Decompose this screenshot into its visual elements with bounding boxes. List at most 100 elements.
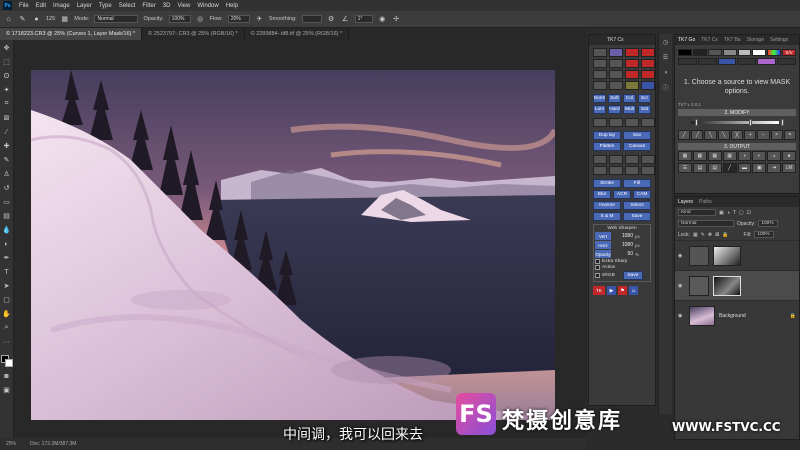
eraser-tool-icon[interactable]: ▭ [2,197,12,207]
tk-grid-icon[interactable] [593,48,607,57]
layer-row-background[interactable]: ◉ Background 🔒 [675,300,799,330]
smoothing-gear-icon[interactable]: ⚙ [327,15,336,24]
modify-slider-thumb-left[interactable] [695,119,698,126]
tk-grid-icon[interactable] [593,59,607,68]
doc-tab-3[interactable]: © 2289884-.tif8.tif @ 25% (RGB/16) * [245,28,350,40]
tk-tool-icon[interactable] [641,118,655,127]
opacity-field[interactable]: 100% [168,15,191,23]
layer-row-selected[interactable]: ◉ [675,270,799,300]
swatch-2[interactable] [692,49,707,56]
output-brush-icon[interactable]: ╱ [722,163,737,173]
refine-icon[interactable]: ╳ [730,130,744,140]
history-brush-icon[interactable]: ↺ [2,183,12,193]
quick-mask-icon[interactable]: ◙ [2,371,12,381]
tk-grid-icon[interactable] [609,70,623,79]
modify-slider-thumb-right[interactable] [781,119,784,126]
mode-select[interactable]: Normal [94,15,139,23]
tk-tool-icon[interactable] [641,166,655,175]
cam-button[interactable]: CAM [633,190,651,199]
tk-tool-icon[interactable] [625,155,639,164]
blend-norm-button[interactable]: Norm [593,94,606,103]
document-canvas[interactable] [14,40,586,438]
tk-tool-icon[interactable] [625,166,639,175]
blend-mode-select[interactable]: Normal [678,220,734,227]
tk-tool-icon[interactable] [609,166,623,175]
type-tool-icon[interactable]: T [2,267,12,277]
adjustment-thumbnail[interactable] [689,275,709,296]
gradient-tool-icon[interactable]: ▤ [2,211,12,221]
home-icon[interactable]: ⌂ [4,15,13,24]
layer-opacity-field[interactable]: 100% [758,220,779,227]
menu-filter[interactable]: Filter [142,3,155,9]
brush-medium-icon[interactable]: ╲ [704,130,717,140]
pen-tool-icon[interactable]: ✒ [2,253,12,263]
lock-paint-icon[interactable]: ✎ [701,232,705,238]
filter-shape-icon[interactable]: ▢ [739,210,744,216]
smoothing-field[interactable] [301,15,322,23]
path-select-tool-icon[interactable]: ➤ [2,281,12,291]
adjustment-thumbnail[interactable] [689,245,709,266]
tk-tool-icon[interactable] [609,118,623,127]
fill-button[interactable]: Fill [623,179,651,188]
brush-tool-icon[interactable]: ✎ [18,15,27,24]
stroke-button[interactable]: Stroke [593,179,621,188]
output-icon[interactable]: ▤ [692,163,707,173]
output-header[interactable]: 3. OUTPUT [678,143,796,150]
menu-type[interactable]: Type [99,3,112,9]
tk-tool-icon[interactable] [593,118,607,127]
filter-smart-icon[interactable]: ⊡ [747,210,751,216]
blend-hard-button[interactable]: Hard [608,105,621,114]
landscape-photo[interactable] [31,70,555,420]
background-color[interactable] [4,359,13,367]
eyedropper-tool-icon[interactable]: ⁄ [2,127,12,137]
output-icon[interactable]: ▤ [707,163,722,173]
plus-icon[interactable]: + [744,130,757,140]
swatch-8[interactable] [678,58,697,65]
equals-icon[interactable]: = [783,130,796,140]
output-icon[interactable]: ▦ [678,151,692,161]
tab-settings[interactable]: Settings [770,37,788,43]
flatten-button[interactable]: Flatten [593,142,621,151]
swatch-12[interactable] [757,58,777,65]
doc-tab-2[interactable]: © 2523797-.CR3 @ 25% (RGB/16) * [142,28,245,40]
crop-tool-icon[interactable]: ⌗ [2,99,12,109]
blur-tool-icon[interactable]: 💧 [2,225,12,235]
brush-icon[interactable]: ╱ [678,130,691,140]
image-icon[interactable]: ▣ [752,163,767,173]
tk-tool-icon[interactable] [593,155,607,164]
more-tools-icon[interactable]: ··· [2,337,12,347]
vert-button[interactable]: Vert [595,232,611,240]
tk-tool-icon[interactable] [625,118,639,127]
multiply-icon[interactable]: × [770,130,783,140]
tk-grid-icon[interactable] [625,70,639,79]
move-tool-icon[interactable]: ✥ [2,43,12,53]
symmetry-icon[interactable]: ✢ [392,15,401,24]
filter-type-icon[interactable]: T [733,210,736,216]
pressure-opacity-icon[interactable]: ◎ [196,15,205,24]
srgb-checkbox[interactable] [595,273,600,278]
blend-mult-button[interactable]: Mult [623,105,636,114]
output-icon[interactable]: ◒ [767,151,782,161]
zoom-tool-icon[interactable]: ⌕ [2,323,12,333]
history-panel-icon[interactable]: ◷ [661,38,670,47]
background-layer-name[interactable]: Background [719,313,746,319]
dup-layer-button[interactable]: Dup lay [593,131,621,140]
properties-panel-icon[interactable]: ☰ [661,53,670,62]
tk-grid-icon[interactable] [625,81,639,90]
menu-file[interactable]: File [19,3,29,9]
airbrush-icon[interactable]: ✈ [255,15,264,24]
select-button[interactable]: Select [623,201,651,210]
doc-tab-1[interactable]: © 1718223.CR3 @ 25% (Curves 1, Layer Mas… [0,28,143,40]
lock-pixels-icon[interactable]: ▦ [693,232,698,238]
color-swatches[interactable] [0,355,13,367]
srgb-option[interactable]: sRGB Save [595,271,649,280]
info-panel-icon[interactable]: ⓘ [661,83,670,92]
output-icon[interactable]: ▦ [692,151,707,161]
tab-tk7-ba[interactable]: TK7 Ba [724,37,741,43]
tk-grid-icon[interactable] [609,59,623,68]
layer-kind-filter[interactable]: Kind [678,209,716,216]
opacity-value[interactable]: 50 [613,251,633,257]
lock-all-icon[interactable]: 🔒 [722,232,728,238]
output-icon[interactable]: ● [782,151,796,161]
s-and-m-button[interactable]: S & M [593,212,621,221]
